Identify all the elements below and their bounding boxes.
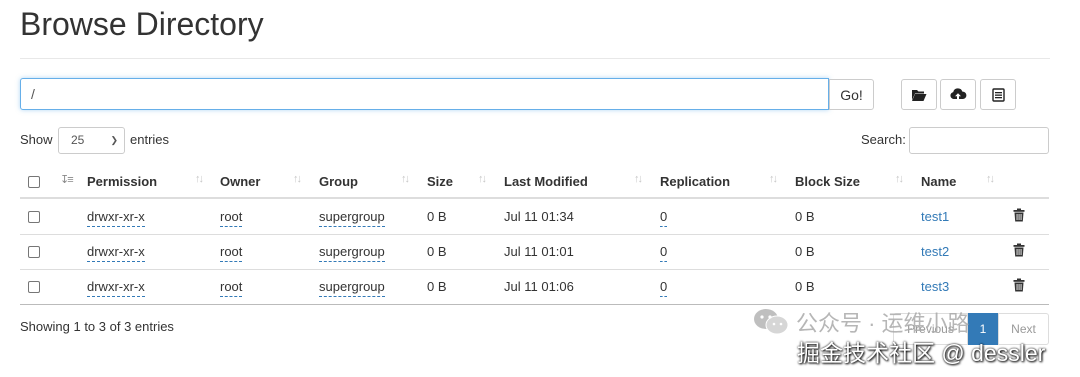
- permission-cell[interactable]: drwxr-xr-x: [87, 209, 145, 227]
- sort-icon[interactable]: ↑↓: [634, 173, 643, 185]
- show-label: Show: [20, 132, 53, 147]
- upload-button[interactable]: [940, 79, 976, 110]
- size-cell: 0 B: [427, 279, 447, 294]
- page-title: Browse Directory: [20, 6, 264, 42]
- cut-paste-button[interactable]: [980, 79, 1016, 110]
- table-info: Showing 1 to 3 of 3 entries: [20, 319, 174, 334]
- entries-label: entries: [130, 132, 170, 147]
- column-owner[interactable]: Owner: [220, 174, 260, 189]
- row-checkbox[interactable]: [28, 281, 40, 293]
- sort-icon[interactable]: ↑↓: [401, 173, 410, 185]
- name-link[interactable]: test1: [921, 209, 949, 224]
- column-size[interactable]: Size: [427, 174, 453, 189]
- row-checkbox[interactable]: [28, 211, 40, 223]
- group-cell[interactable]: supergroup: [319, 209, 385, 227]
- permission-cell[interactable]: drwxr-xr-x: [87, 244, 145, 262]
- size-cell: 0 B: [427, 209, 447, 224]
- column-replication[interactable]: Replication: [660, 174, 730, 189]
- table-bottom-border: [20, 304, 1049, 305]
- permission-cell[interactable]: drwxr-xr-x: [87, 279, 145, 297]
- sort-icon[interactable]: ↧≡: [60, 173, 74, 186]
- replication-cell[interactable]: 0: [660, 209, 668, 227]
- name-link[interactable]: test3: [921, 279, 949, 294]
- sort-icon[interactable]: ↑↓: [195, 173, 204, 185]
- trash-icon[interactable]: [1013, 278, 1025, 292]
- owner-cell[interactable]: root: [220, 279, 243, 297]
- wechat-icon: [754, 309, 789, 335]
- trash-icon[interactable]: [1013, 243, 1025, 257]
- column-block-size[interactable]: Block Size: [795, 174, 860, 189]
- list-icon: [991, 87, 1005, 102]
- size-cell: 0 B: [427, 244, 447, 259]
- last-modified-cell: Jul 11 01:01: [504, 244, 574, 259]
- select-all-checkbox[interactable]: [28, 176, 40, 188]
- trash-icon[interactable]: [1013, 208, 1025, 222]
- sort-icon[interactable]: ↑↓: [293, 173, 302, 185]
- row-checkbox[interactable]: [28, 246, 40, 258]
- sort-icon[interactable]: ↑↓: [769, 173, 778, 185]
- sort-icon[interactable]: ↑↓: [986, 173, 995, 185]
- row-divider: [20, 269, 1049, 270]
- header-divider: [20, 197, 1049, 199]
- cloud-upload-icon: [950, 87, 967, 101]
- column-group[interactable]: Group: [319, 174, 358, 189]
- chevron-down-icon: ❯: [110, 135, 118, 145]
- row-divider: [20, 234, 1049, 235]
- block-size-cell: 0 B: [795, 244, 815, 259]
- name-link[interactable]: test2: [921, 244, 949, 259]
- entries-per-page-select[interactable]: 25 ❯: [58, 127, 125, 154]
- search-label: Search:: [861, 132, 906, 147]
- group-cell[interactable]: supergroup: [319, 244, 385, 262]
- block-size-cell: 0 B: [795, 279, 815, 294]
- owner-cell[interactable]: root: [220, 244, 243, 262]
- watermark-credit: 掘金技术社区 @ dessler: [797, 340, 1046, 366]
- group-cell[interactable]: supergroup: [319, 279, 385, 297]
- folder-open-icon: [912, 89, 927, 101]
- last-modified-cell: Jul 11 01:06: [504, 279, 574, 294]
- column-name[interactable]: Name: [921, 174, 956, 189]
- owner-cell[interactable]: root: [220, 209, 243, 227]
- column-permission[interactable]: Permission: [87, 174, 157, 189]
- last-modified-cell: Jul 11 01:34: [504, 209, 574, 224]
- path-input[interactable]: [20, 78, 829, 110]
- column-last-modified[interactable]: Last Modified: [504, 174, 588, 189]
- title-divider: [20, 58, 1050, 59]
- sort-icon[interactable]: ↑↓: [895, 173, 904, 185]
- sort-icon[interactable]: ↑↓: [478, 173, 487, 185]
- entries-per-page-value: 25: [71, 133, 85, 147]
- search-input[interactable]: [909, 127, 1049, 154]
- replication-cell[interactable]: 0: [660, 279, 668, 297]
- go-button[interactable]: Go!: [829, 79, 874, 110]
- replication-cell[interactable]: 0: [660, 244, 668, 262]
- block-size-cell: 0 B: [795, 209, 815, 224]
- create-directory-button[interactable]: [901, 79, 937, 110]
